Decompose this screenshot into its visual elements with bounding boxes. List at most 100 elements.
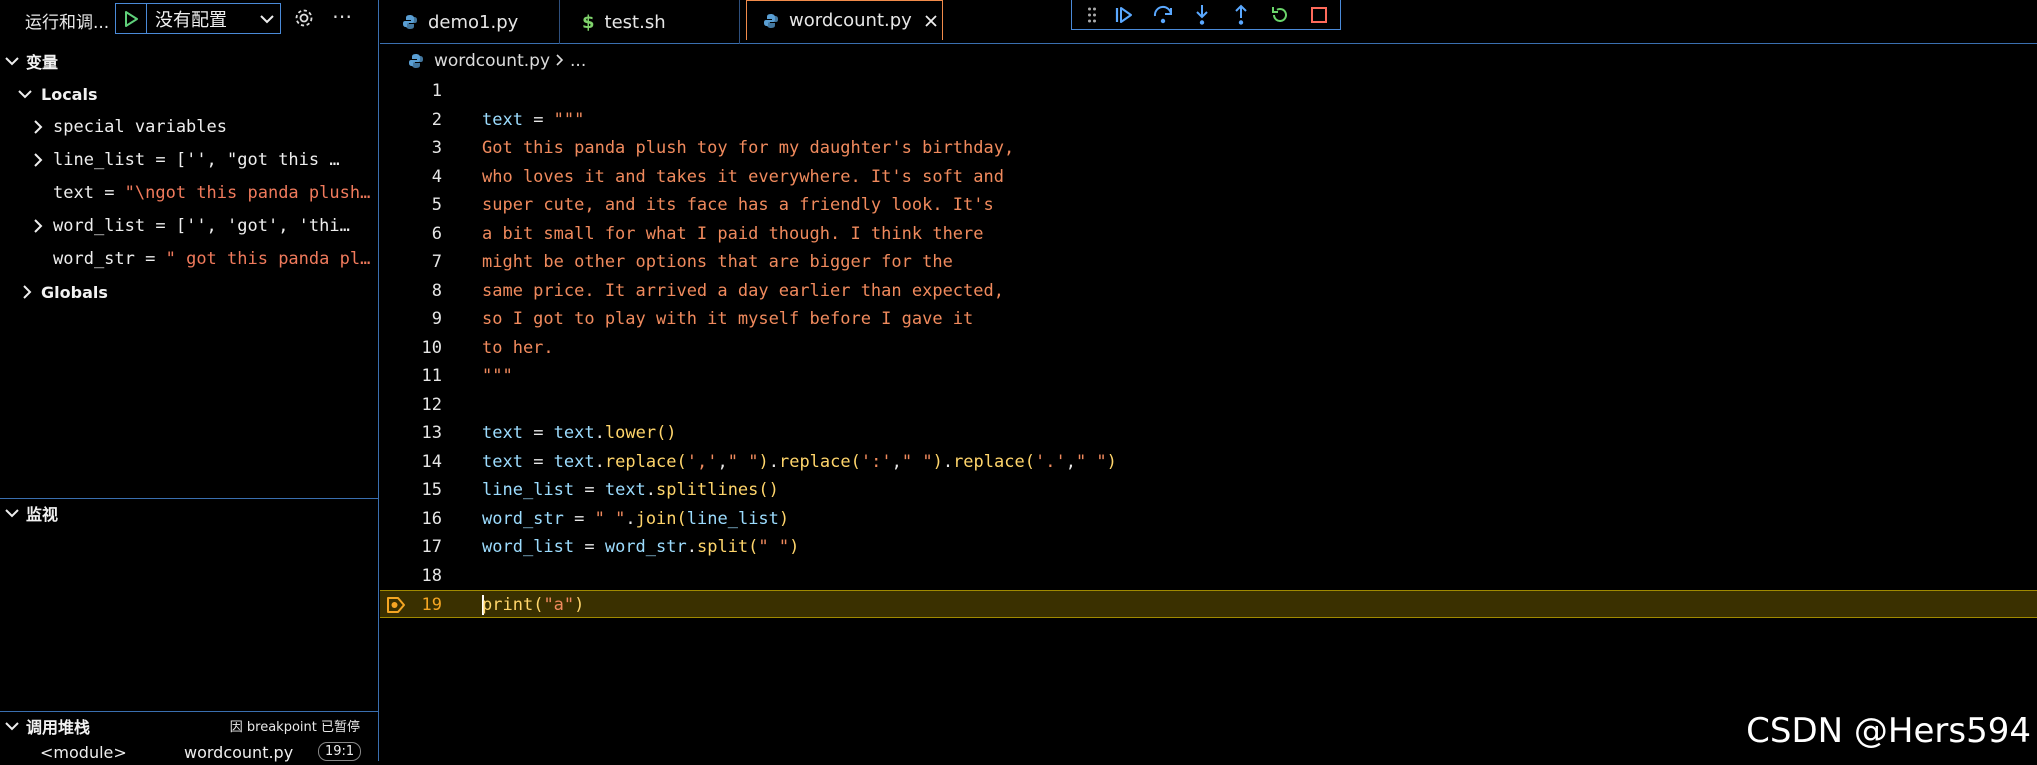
variable-name: word_str (53, 249, 135, 269)
code-line[interactable]: 11 """ (380, 362, 2037, 390)
code-line[interactable]: 19 print("a") (380, 590, 2037, 618)
code-line[interactable]: 8 same price. It arrived a day earlier th… (380, 277, 2037, 305)
code-token: ) (932, 451, 943, 472)
code-token: " " (594, 508, 626, 529)
watch-section-header[interactable]: 监视 (0, 498, 378, 526)
tab-wordcount[interactable]: wordcount.py (746, 0, 943, 40)
code-token: """ (482, 366, 513, 386)
code-line[interactable]: 16 word_str = " ".join(line_list) (380, 505, 2037, 533)
code-line[interactable]: 13 text = text.lower() (380, 419, 2037, 447)
code-line[interactable]: 18 (380, 562, 2037, 590)
close-tab-button[interactable] (924, 14, 938, 28)
continue-icon (1115, 6, 1132, 23)
step-over-button[interactable] (1150, 2, 1176, 28)
breadcrumb-symbols[interactable]: ... (570, 51, 586, 71)
code-line[interactable]: 3 Got this panda plush toy for my daughte… (380, 134, 2037, 162)
drag-handle-icon[interactable] (1086, 2, 1098, 28)
code-line[interactable]: 7 might be other options that are bigger … (380, 248, 2037, 276)
code-token: , (1065, 451, 1076, 472)
step-into-icon (1196, 4, 1208, 25)
globals-scope[interactable]: Globals (0, 278, 108, 306)
continue-button[interactable] (1111, 2, 1137, 28)
code-text: who loves it and takes it everywhere. It… (482, 163, 1004, 191)
step-into-button[interactable] (1189, 2, 1215, 28)
chevron-right-icon (34, 120, 43, 134)
code-token: Got this panda plush toy for my daughter… (482, 138, 1015, 158)
code-text: same price. It arrived a day earlier tha… (482, 277, 1004, 305)
code-token: = (574, 480, 605, 500)
code-line[interactable]: 6 a bit small for what I paid though. I t… (380, 220, 2037, 248)
close-icon (925, 14, 937, 27)
chevron-right-icon (556, 54, 564, 66)
code-line[interactable]: 4 who loves it and takes it everywhere. I… (380, 163, 2037, 191)
stop-button[interactable] (1306, 2, 1332, 28)
line-number: 11 (421, 366, 442, 386)
launch-config-selector[interactable]: 没有配置 (115, 3, 281, 34)
breadcrumb-file[interactable]: wordcount.py (434, 51, 550, 71)
locals-title: Locals (41, 84, 98, 104)
callstack-section-header[interactable]: 调用堆栈 因 breakpoint 已暂停 (0, 711, 378, 739)
code-text: text = text.replace(','," ").replace(':'… (482, 448, 1117, 476)
code-editor[interactable]: 1 2 text = """ 3 Got this panda plush toy fo… (380, 77, 2037, 761)
code-line[interactable]: 15 line_list = text.splitlines() (380, 476, 2037, 504)
line-number: 19 (421, 595, 442, 615)
code-token: = (574, 537, 605, 557)
code-text: """ (482, 362, 513, 390)
code-token: text (553, 451, 595, 472)
line-number: 16 (421, 508, 442, 529)
code-line[interactable]: 5 super cute, and its face has a friendly… (380, 191, 2037, 219)
callstack-frame[interactable]: <module> wordcount.py 19:1 (0, 742, 378, 765)
locals-scope[interactable]: Locals (0, 80, 97, 108)
code-text: word_list = word_str.split(" ") (482, 533, 799, 561)
open-launch-json-button[interactable] (293, 7, 315, 33)
line-number: 10 (421, 337, 442, 358)
code-token: """ (553, 109, 585, 130)
start-debugging-button[interactable] (116, 4, 147, 33)
variable-row[interactable]: text = "\ngot this panda plush toy for m… (0, 177, 378, 209)
code-line[interactable]: 9 so I got to play with it myself before … (380, 305, 2037, 333)
variable-row[interactable]: word_str = " got this panda plush toy fo… (0, 243, 378, 275)
code-token: " " (758, 537, 790, 557)
code-token: " " (727, 451, 759, 472)
tab-demo1[interactable]: demo1.py (380, 0, 560, 44)
tab-label: demo1.py (428, 11, 519, 33)
step-out-icon (1235, 4, 1247, 25)
code-token: . (645, 480, 657, 500)
gear-icon (295, 9, 313, 27)
code-token: = (522, 109, 554, 130)
code-token: . (942, 451, 954, 472)
python-icon (764, 13, 778, 28)
step-out-button[interactable] (1228, 2, 1254, 28)
code-line[interactable]: 1 (380, 77, 2037, 105)
frame-file: wordcount.py (184, 743, 294, 762)
variable-row[interactable]: word_list = ['', 'got', 'this', 'panda',… (0, 210, 378, 242)
code-token: lower (604, 423, 657, 443)
code-token: a bit small for what I paid though. I th… (482, 223, 984, 244)
code-token: so I got to play with it myself before I… (482, 309, 974, 329)
code-line[interactable]: 2 text = """ (380, 106, 2037, 134)
code-token: replace (604, 451, 677, 472)
code-text: print("a") (482, 591, 584, 619)
code-line[interactable]: 12 (380, 391, 2037, 419)
line-number: 5 (431, 195, 442, 215)
more-actions-icon[interactable]: ⋯ (332, 4, 353, 28)
chevron-right-icon (34, 219, 43, 233)
code-token: ( (850, 451, 861, 472)
code-line[interactable]: 10 to her. (380, 334, 2037, 362)
line-number: 2 (431, 109, 442, 130)
code-line[interactable]: 14 text = text.replace(','," ").replace('… (380, 448, 2037, 476)
variable-value: "\ngot this panda plush toy for my daugh… (124, 183, 375, 203)
code-token: " " (901, 451, 933, 472)
code-token: text (604, 480, 646, 500)
tab-test-sh[interactable]: $ test.sh (560, 0, 740, 44)
variables-section-header[interactable]: 变量 (0, 47, 58, 75)
code-line[interactable]: 17 word_list = word_str.split(" ") (380, 533, 2037, 561)
restart-button[interactable] (1267, 2, 1293, 28)
code-token: ',' (686, 451, 718, 472)
config-dropdown[interactable] (254, 4, 280, 33)
globals-title: Globals (41, 282, 108, 302)
code-token: . (686, 537, 697, 557)
variable-row[interactable]: special variables (0, 111, 378, 143)
code-token: replace (953, 451, 1025, 472)
variable-row[interactable]: line_list = ['', "got this panda plush t… (0, 144, 378, 176)
